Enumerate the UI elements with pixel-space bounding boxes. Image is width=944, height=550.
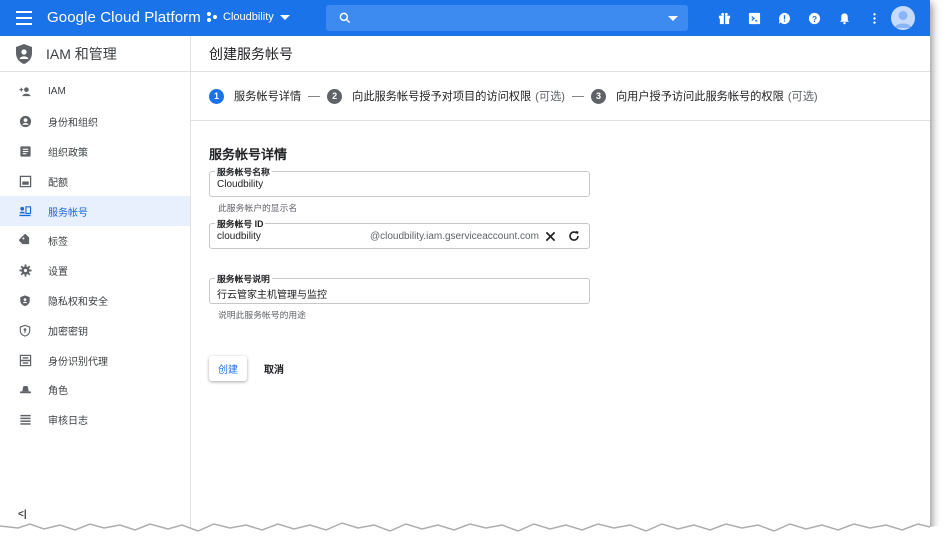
top-icon-group: ? — [716, 10, 896, 26]
sidebar-item-identity-aware-proxy[interactable]: 身份识别代理 — [0, 345, 190, 375]
stepper: 1 服务帐号详情 2 向此服务帐号授予对项目的访问权限 (可选) 3 向用户授予… — [191, 72, 930, 121]
sidebar-header: IAM 和管理 — [0, 36, 190, 72]
service-account-icon — [18, 204, 32, 218]
project-dots-icon — [207, 12, 217, 22]
window-frame: Google Cloud Platform Cloudbility ? IAM … — [0, 0, 930, 532]
sidebar-item-label: 身份识别代理 — [48, 356, 108, 368]
search-input[interactable] — [326, 5, 688, 31]
svg-text:?: ? — [811, 13, 816, 23]
cancel-button[interactable]: 取消 — [264, 361, 284, 376]
sidebar-item-identity-org[interactable]: 身份和组织 — [0, 107, 190, 137]
avatar[interactable] — [891, 6, 915, 30]
step-3-number: 3 — [590, 88, 606, 104]
person-add-icon — [18, 85, 32, 99]
quota-icon — [18, 174, 32, 188]
field-label: 服务帐号说明 — [215, 272, 272, 285]
step-divider — [308, 95, 321, 97]
key-shield-icon — [18, 323, 32, 337]
main-content: 创建服务帐号 1 服务帐号详情 2 向此服务帐号授予对项目的访问权限 (可选) … — [191, 36, 930, 532]
sidebar-title: IAM 和管理 — [46, 45, 117, 62]
step-2-number: 2 — [327, 88, 343, 104]
sidebar-item-label: 身份和组织 — [48, 118, 98, 130]
field-hint: 说明此服务帐号的用途 — [218, 310, 306, 320]
account-circle-icon — [18, 115, 32, 129]
audit-log-icon — [18, 413, 32, 427]
sidebar-item-label: 设置 — [48, 267, 68, 279]
identity-proxy-icon — [18, 353, 32, 367]
list-alt-icon — [18, 144, 32, 158]
field-hint-empty — [218, 253, 590, 264]
step-3-optional: (可选) — [787, 91, 818, 103]
field-value: cloudbility — [217, 231, 261, 242]
create-button[interactable]: 创建 — [209, 356, 247, 381]
field-label: 服务帐号 ID — [215, 217, 266, 230]
menu-icon[interactable] — [16, 11, 32, 25]
sidebar-item-label: 加密密钥 — [48, 326, 88, 338]
project-selector[interactable]: Cloudbility — [206, 11, 290, 23]
label-icon — [18, 234, 32, 248]
field-hint: 此服务帐户的显示名 — [218, 203, 298, 213]
settings-icon — [18, 264, 32, 278]
more-vert-icon[interactable] — [866, 10, 882, 26]
refresh-icon[interactable] — [567, 229, 581, 243]
form-actions: 创建 取消 — [209, 356, 284, 381]
sidebar-item-audit-logs[interactable]: 审核日志 — [0, 405, 190, 435]
sidebar-item-label: 审核日志 — [48, 416, 88, 428]
sidebar-item-iam[interactable]: IAM — [0, 77, 190, 107]
gift-icon[interactable] — [716, 10, 732, 26]
sidebar-item-labels[interactable]: 标签 — [0, 226, 190, 256]
sidebar-item-label: 配额 — [48, 177, 68, 189]
search-icon — [339, 12, 351, 24]
sidebar-nav: IAM 身份和组织 组织政策 配额 服务帐号 标签 设置 隐私权和安全 加密密钥… — [0, 72, 190, 435]
sidebar-item-org-policy[interactable]: 组织政策 — [0, 137, 190, 167]
service-account-details-form: 服务帐号详情 服务帐号名称 Cloudbility 此服务帐户的显示名 服务帐号… — [209, 144, 590, 320]
search-dropdown-icon[interactable] — [668, 16, 678, 21]
notifications-icon[interactable] — [836, 10, 852, 26]
id-domain-suffix: @cloudbility.iam.gserviceaccount.com — [370, 231, 539, 242]
step-2-optional: (可选) — [535, 91, 565, 103]
field-value: 行云管家主机管理与监控 — [217, 290, 327, 301]
sidebar-item-label: 标签 — [48, 237, 68, 249]
sidebar-item-settings[interactable]: 设置 — [0, 256, 190, 286]
sidebar-item-label: 组织政策 — [48, 147, 88, 159]
hat-icon — [18, 383, 32, 397]
help-icon[interactable]: ? — [806, 10, 822, 26]
sidebar-item-service-accounts[interactable]: 服务帐号 — [0, 196, 190, 226]
feedback-icon[interactable] — [776, 10, 792, 26]
sidebar-item-quotas[interactable]: 配额 — [0, 166, 190, 196]
section-title: 服务帐号详情 — [209, 147, 288, 162]
torn-edge-decoration — [0, 522, 944, 550]
service-account-name-field[interactable]: 服务帐号名称 Cloudbility — [209, 165, 590, 197]
top-app-bar: Google Cloud Platform Cloudbility ? — [0, 0, 930, 36]
iam-shield-icon — [16, 43, 32, 64]
step-2-label[interactable]: 向此服务帐号授予对项目的访问权限 — [352, 88, 531, 104]
privacy-shield-icon — [18, 293, 32, 307]
sidebar-item-crypto-keys[interactable]: 加密密钥 — [0, 315, 190, 345]
sidebar: IAM 和管理 IAM 身份和组织 组织政策 配额 服务帐号 标签 设置 隐私权… — [0, 36, 191, 532]
sidebar-item-privacy-security[interactable]: 隐私权和安全 — [0, 286, 190, 316]
project-name: Cloudbility — [223, 11, 274, 23]
clear-icon[interactable] — [543, 229, 557, 243]
field-value: Cloudbility — [217, 179, 264, 190]
service-account-description-field[interactable]: 服务帐号说明 行云管家主机管理与监控 — [209, 272, 590, 304]
sidebar-item-label: 角色 — [48, 386, 68, 398]
brand-title[interactable]: Google Cloud Platform — [47, 9, 201, 26]
step-3-label[interactable]: 向用户授予访问此服务帐号的权限 — [616, 88, 784, 104]
sidebar-item-roles[interactable]: 角色 — [0, 375, 190, 405]
service-account-id-field[interactable]: 服务帐号 ID cloudbility @cloudbility.iam.gse… — [209, 217, 590, 249]
sidebar-item-label: 服务帐号 — [48, 207, 88, 219]
field-label: 服务帐号名称 — [215, 165, 272, 178]
step-1-label[interactable]: 服务帐号详情 — [234, 88, 301, 104]
sidebar-item-label: 隐私权和安全 — [48, 296, 108, 308]
chevron-down-icon — [279, 14, 290, 20]
step-1-number: 1 — [209, 88, 224, 104]
sidebar-item-label: IAM — [48, 86, 66, 98]
cloud-shell-icon[interactable] — [746, 10, 762, 26]
page-title: 创建服务帐号 — [191, 36, 930, 72]
step-divider — [571, 95, 584, 97]
